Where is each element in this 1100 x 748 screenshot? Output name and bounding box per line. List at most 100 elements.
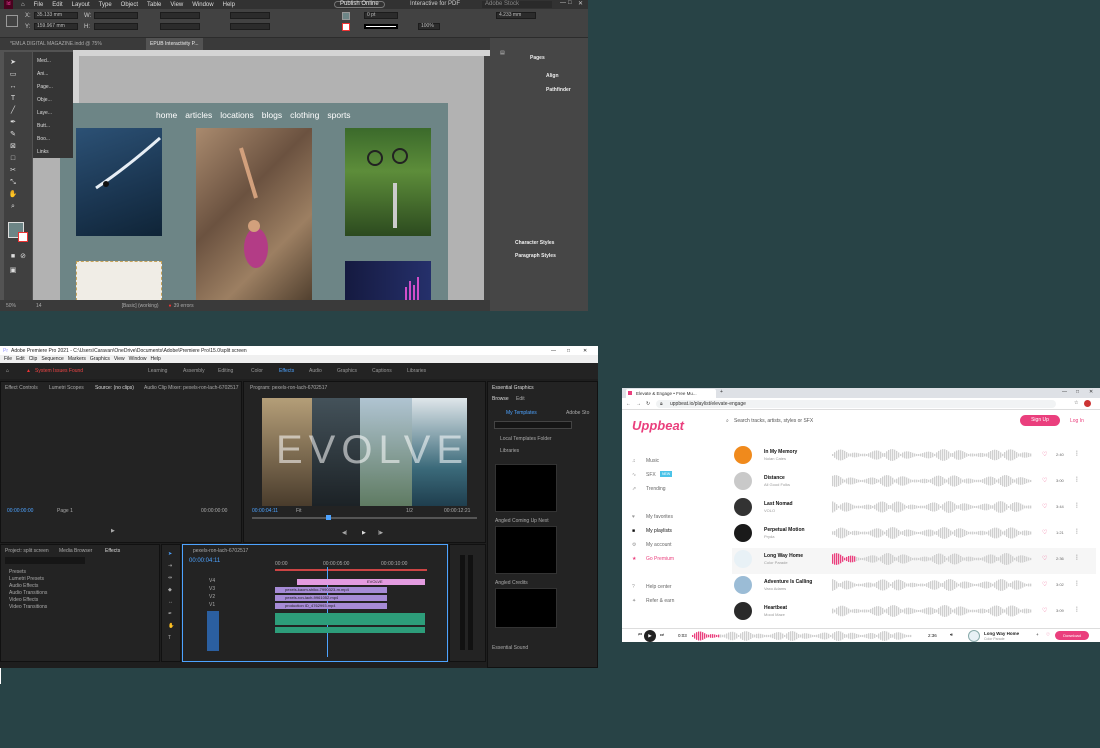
new-tab-icon[interactable]: + xyxy=(720,389,723,395)
clip-production-id[interactable]: production ID_4762993.mp4 xyxy=(275,603,387,609)
panel-pathfinder[interactable]: Pathfinder xyxy=(546,87,571,93)
work-area-bar[interactable] xyxy=(275,569,427,571)
transform-tool-icon[interactable]: ⤡ xyxy=(8,178,18,188)
track-row[interactable]: Last Nomad VOLO ♡ 3:44 ⋮ xyxy=(732,496,1096,522)
mountain-bike-photo[interactable] xyxy=(345,128,431,236)
panel-pages[interactable]: Pages xyxy=(530,55,545,61)
flyout-media[interactable]: Med... xyxy=(37,58,51,64)
interactive-preset-select[interactable]: Interactive for PDF xyxy=(410,1,460,7)
eg-tab-browse[interactable]: Browse xyxy=(492,396,509,402)
back-icon[interactable]: ← xyxy=(626,401,631,407)
page-number[interactable]: 14 xyxy=(36,303,42,309)
eg-libraries[interactable]: Libraries xyxy=(500,448,519,454)
track-artist[interactable]: Color Parade xyxy=(764,560,788,565)
track-title[interactable]: Heartbeat xyxy=(764,605,787,611)
stroke-none-swatch[interactable] xyxy=(18,232,28,242)
rectangle-tool-icon[interactable]: □ xyxy=(8,154,18,164)
eg-search-input[interactable] xyxy=(494,421,572,429)
apply-color-icon[interactable]: ■ xyxy=(8,252,18,262)
minimize-icon[interactable]: — xyxy=(560,0,566,6)
stroke-swatch[interactable] xyxy=(342,23,350,31)
shear-field[interactable] xyxy=(230,23,270,30)
track-title[interactable]: Distance xyxy=(764,475,785,481)
pages-panel-icon[interactable]: ▤ xyxy=(500,50,505,56)
reference-point-icon[interactable] xyxy=(6,15,18,27)
ws-libraries[interactable]: Libraries xyxy=(407,368,426,374)
close-icon[interactable]: ✕ xyxy=(583,348,587,354)
graph-photo[interactable] xyxy=(345,261,431,301)
menu-view[interactable]: View xyxy=(170,2,183,8)
nav-go-premium[interactable]: Go Premium xyxy=(646,556,674,562)
track-row[interactable]: Adventure Is Calling Vaxo Adams ♡ 3:02 ⋮ xyxy=(732,574,1096,600)
y-position-field[interactable]: 159.967 mm xyxy=(34,23,78,30)
bin-audio-effects[interactable]: Audio Effects xyxy=(9,583,38,589)
program-scrubber[interactable] xyxy=(252,517,477,519)
menu-object[interactable]: Object xyxy=(121,2,138,8)
panel-character-styles[interactable]: Character Styles xyxy=(515,240,554,246)
bin-lumetri-presets[interactable]: Lumetri Presets xyxy=(9,576,44,582)
scale-y-field[interactable] xyxy=(160,23,200,30)
track-waveform[interactable] xyxy=(832,449,1032,461)
track-artwork[interactable] xyxy=(734,498,752,516)
rectangle-frame-tool-icon[interactable]: ⊠ xyxy=(8,142,18,152)
flyout-buttons[interactable]: Butt... xyxy=(37,123,50,129)
nav-sports[interactable]: sports xyxy=(327,110,350,120)
track-waveform[interactable] xyxy=(832,553,1032,565)
menu-help[interactable]: Help xyxy=(150,356,160,362)
doc-tab-magazine[interactable]: *EMLA DIGITAL MAGAZINE.indd @ 75% xyxy=(6,38,106,50)
bin-video-transitions[interactable]: Video Transitions xyxy=(9,604,47,610)
eg-template-thumb-1[interactable] xyxy=(495,464,557,512)
track-waveform[interactable] xyxy=(832,605,1032,617)
menu-table[interactable]: Table xyxy=(147,2,161,8)
clip-evolve[interactable]: EVOLVE xyxy=(297,579,425,585)
track-artwork[interactable] xyxy=(734,550,752,568)
reload-icon[interactable]: ↻ xyxy=(646,401,650,407)
track-waveform[interactable] xyxy=(832,579,1032,591)
program-playhead[interactable] xyxy=(326,515,331,520)
type-tool-icon[interactable]: T xyxy=(8,94,18,104)
more-options-icon[interactable]: ⋮ xyxy=(1074,606,1080,613)
menu-markers[interactable]: Markers xyxy=(68,356,86,362)
home-icon[interactable]: ⌂ xyxy=(21,2,25,8)
track-artist[interactable]: All Good Folks xyxy=(764,482,790,487)
favorite-heart-icon[interactable]: ♡ xyxy=(1042,581,1047,588)
system-issues-link[interactable]: System Issues Found xyxy=(35,368,83,374)
flyout-bookmarks[interactable]: Boo... xyxy=(37,136,50,142)
track-artwork[interactable] xyxy=(734,602,752,620)
maximize-icon[interactable]: □ xyxy=(567,348,570,354)
nav-refer-earn[interactable]: Refer & earn xyxy=(646,598,674,604)
maximize-icon[interactable]: □ xyxy=(1076,389,1079,395)
width-field[interactable] xyxy=(94,12,138,19)
eg-my-templates[interactable]: My Templates xyxy=(506,410,537,416)
track-select-tool-icon[interactable]: ⇥ xyxy=(168,563,172,569)
nav-my-playlists[interactable]: My playlists xyxy=(646,528,672,534)
height-field[interactable] xyxy=(94,23,138,30)
ws-effects[interactable]: Effects xyxy=(279,368,294,374)
bin-video-effects[interactable]: Video Effects xyxy=(9,597,38,603)
minimize-icon[interactable]: — xyxy=(1062,389,1067,395)
favorite-heart-icon[interactable]: ♡ xyxy=(1042,607,1047,614)
nav-trending[interactable]: Trending xyxy=(646,486,666,492)
track-artwork[interactable] xyxy=(734,576,752,594)
menu-file[interactable]: File xyxy=(34,2,44,8)
source-timecode-left[interactable]: 00:00:00:00 xyxy=(7,508,33,514)
track-row[interactable]: Distance All Good Folks ♡ 3:00 ⋮ xyxy=(732,470,1096,496)
more-options-icon[interactable]: ⋮ xyxy=(1074,450,1080,457)
flyout-layers[interactable]: Laye... xyxy=(37,110,52,116)
program-play-icon[interactable]: ▶ xyxy=(362,530,366,536)
track-v4[interactable]: V4 xyxy=(209,578,215,584)
eg-local-templates[interactable]: Local Templates Folder xyxy=(500,436,552,442)
ws-learning[interactable]: Learning xyxy=(148,368,167,374)
flyout-links[interactable]: Links xyxy=(37,149,49,155)
source-page-select[interactable]: Page 1 xyxy=(57,508,73,514)
ripple-edit-tool-icon[interactable]: ⇹ xyxy=(168,575,172,581)
search-input[interactable]: Search tracks, artists, styles or SFX xyxy=(734,418,813,424)
tab-project[interactable]: Project: split screen xyxy=(5,548,49,554)
nav-sfx[interactable]: SFX xyxy=(646,472,656,478)
bin-presets[interactable]: Presets xyxy=(9,569,26,575)
adobe-stock-search[interactable]: Adobe Stock xyxy=(482,1,552,8)
ws-captions[interactable]: Captions xyxy=(372,368,392,374)
portrait-photo[interactable] xyxy=(76,261,162,301)
eg-template-thumb-2[interactable] xyxy=(495,526,557,574)
source-play-icon[interactable]: ▶ xyxy=(111,528,115,534)
